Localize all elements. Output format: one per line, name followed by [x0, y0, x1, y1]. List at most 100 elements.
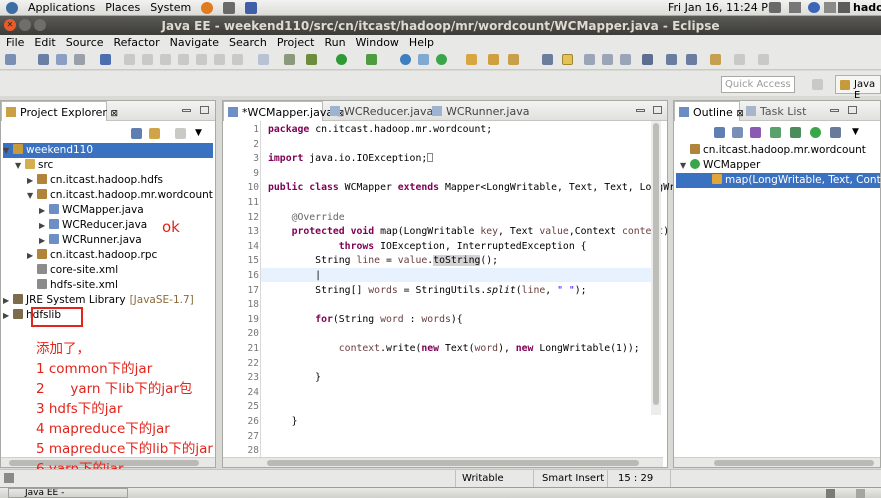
menu-source[interactable]: Source — [66, 36, 104, 49]
tree-item[interactable]: hdfs-site.xml — [27, 278, 118, 293]
tab-task-list[interactable]: Task List — [742, 101, 812, 121]
code-line[interactable]: String line = value.toString(); — [268, 255, 498, 267]
firefox-launcher-icon[interactable] — [201, 1, 214, 14]
hide-static-icon[interactable] — [770, 127, 781, 138]
chevron-down-icon[interactable]: ▼ — [852, 127, 859, 137]
tree-item[interactable]: ▼ cn.itcast.hadoop.mr.wordcount — [27, 188, 213, 203]
editor-hscrollbar[interactable] — [223, 457, 663, 467]
build-icon[interactable] — [284, 54, 295, 65]
outline-item[interactable]: cn.itcast.hadoop.mr.wordcount — [676, 143, 880, 158]
menu-file[interactable]: File — [6, 36, 24, 49]
minimize-outline-icon[interactable] — [830, 109, 839, 112]
volume-icon[interactable] — [824, 2, 836, 13]
menu-navigate[interactable]: Navigate — [170, 36, 219, 49]
terminate-icon[interactable] — [160, 54, 171, 65]
last-edit-location-icon[interactable] — [710, 54, 721, 65]
minimize-view-icon[interactable] — [182, 109, 191, 112]
collapse-arrow-icon[interactable]: ▶ — [39, 203, 49, 218]
maximize-editor-icon[interactable] — [653, 106, 662, 114]
tree-item[interactable]: ▶ WCRunner.java — [39, 233, 142, 248]
forward-icon[interactable] — [758, 54, 769, 65]
toggle-mark-occurrences-icon[interactable] — [542, 54, 553, 65]
collapse-all-icon[interactable] — [131, 128, 142, 139]
code-line[interactable]: public class WCMapper extends Mapper<Lon… — [268, 182, 716, 193]
tree-item[interactable]: core-site.xml — [27, 263, 118, 278]
taskbar-item-eclipse[interactable]: Java EE - weekend110/... — [8, 488, 128, 498]
tab-outline[interactable]: Outline ⊠ — [674, 101, 744, 121]
next-annotation-icon[interactable] — [666, 54, 677, 65]
step-over-icon[interactable] — [214, 54, 225, 65]
code-line[interactable]: package cn.itcast.hadoop.mr.wordcount; — [268, 124, 492, 135]
maximize-view-icon[interactable] — [200, 106, 209, 114]
battery-icon[interactable] — [838, 2, 850, 13]
collapse-arrow-icon[interactable]: ▶ — [39, 233, 49, 248]
external-tools-icon[interactable] — [366, 54, 377, 65]
show-whitespace-icon[interactable] — [602, 54, 613, 65]
outline-hscrollbar[interactable] — [674, 457, 880, 467]
tree-item[interactable]: ▶ WCReducer.java — [39, 218, 147, 233]
bluetooth-icon[interactable] — [808, 2, 820, 13]
fast-view-icon[interactable] — [4, 473, 14, 483]
collapse-arrow-icon[interactable]: ▶ — [3, 308, 13, 323]
clock[interactable]: Fri Jan 16, 11:24 PM — [668, 1, 777, 14]
tree-item[interactable]: ▶ cn.itcast.hadoop.rpc — [27, 248, 157, 263]
search-icon[interactable] — [508, 54, 519, 65]
collapse-arrow-icon[interactable]: ▶ — [27, 173, 37, 188]
expand-arrow-icon[interactable]: ▼ — [15, 158, 25, 173]
expand-arrow-icon[interactable]: ▼ — [3, 143, 13, 158]
status-insert-mode[interactable]: Smart Insert — [542, 473, 604, 484]
suspend-icon[interactable] — [142, 54, 153, 65]
outline-item[interactable]: ▼ WCMapper — [676, 158, 880, 173]
resume-icon[interactable] — [124, 54, 135, 65]
menu-run[interactable]: Run — [324, 36, 345, 49]
toggle-word-wrap-icon[interactable] — [562, 54, 573, 65]
eclipse-launcher-icon[interactable] — [245, 1, 258, 14]
outline-scroll-thumb[interactable] — [714, 460, 874, 466]
step-into-icon[interactable] — [196, 54, 207, 65]
code-line[interactable]: import java.io.IOException; — [268, 153, 434, 164]
minimize-editor-icon[interactable] — [636, 109, 645, 112]
code-line[interactable]: throws IOException, InterruptedException… — [268, 241, 587, 252]
open-perspective-icon[interactable] — [812, 79, 823, 90]
code-line[interactable]: context.write(new Text(word), new LongWr… — [268, 343, 640, 354]
new-icon[interactable] — [5, 54, 16, 65]
menu-window[interactable]: Window — [356, 36, 399, 49]
tab-wcrunner[interactable]: WCRunner.java — [428, 101, 535, 121]
editor-hscroll-thumb[interactable] — [267, 460, 639, 466]
menu-search[interactable]: Search — [229, 36, 267, 49]
hide-local-types-icon[interactable] — [810, 127, 821, 138]
save-all-icon[interactable] — [56, 54, 67, 65]
collapse-all-icon[interactable] — [714, 127, 725, 138]
network-icon[interactable] — [769, 2, 781, 13]
collapse-arrow-icon[interactable]: ▶ — [3, 293, 13, 308]
trash-icon[interactable] — [856, 489, 865, 498]
gnome-foot-icon[interactable] — [6, 1, 18, 14]
menu-help[interactable]: Help — [409, 36, 434, 49]
debug-icon[interactable] — [306, 54, 317, 65]
outline-item[interactable]: map(LongWritable, Text, Context) : — [676, 173, 881, 188]
terminal-launcher-icon[interactable] — [223, 1, 236, 14]
quick-access-input[interactable]: Quick Access — [721, 76, 795, 93]
save-icon[interactable] — [38, 54, 49, 65]
code-editor[interactable]: 1 2 3 9 10 11 12 13 14 15 16 17 18 19 20 21 22 23 24 25 26 27… — [223, 121, 716, 467]
sort-icon[interactable] — [732, 127, 743, 138]
back-icon[interactable] — [734, 54, 745, 65]
menu-project[interactable]: Project — [277, 36, 315, 49]
block-selection-icon[interactable] — [584, 54, 595, 65]
view-menu-icon[interactable] — [175, 128, 186, 139]
link-with-editor-icon[interactable] — [149, 128, 160, 139]
open-type-icon[interactable] — [466, 54, 477, 65]
code-line[interactable]: protected void map(LongWritable key, Tex… — [268, 226, 670, 237]
collapse-arrow-icon[interactable]: ▶ — [39, 218, 49, 233]
workspace-switcher-icon[interactable] — [826, 489, 835, 498]
annotation-nav-icon[interactable] — [642, 54, 653, 65]
tab-wcreducer[interactable]: WCReducer.java — [326, 101, 439, 121]
chevron-down-icon[interactable]: ▼ — [195, 128, 202, 138]
paragraph-icon[interactable] — [620, 54, 631, 65]
gnome-menu-places[interactable]: Places — [105, 1, 140, 14]
user-name[interactable]: hado — [853, 1, 881, 14]
expand-arrow-icon[interactable]: ▼ — [680, 158, 690, 173]
print-icon[interactable] — [74, 54, 85, 65]
maximize-window-icon[interactable] — [34, 19, 46, 31]
code-line[interactable]: @Override — [268, 212, 345, 223]
